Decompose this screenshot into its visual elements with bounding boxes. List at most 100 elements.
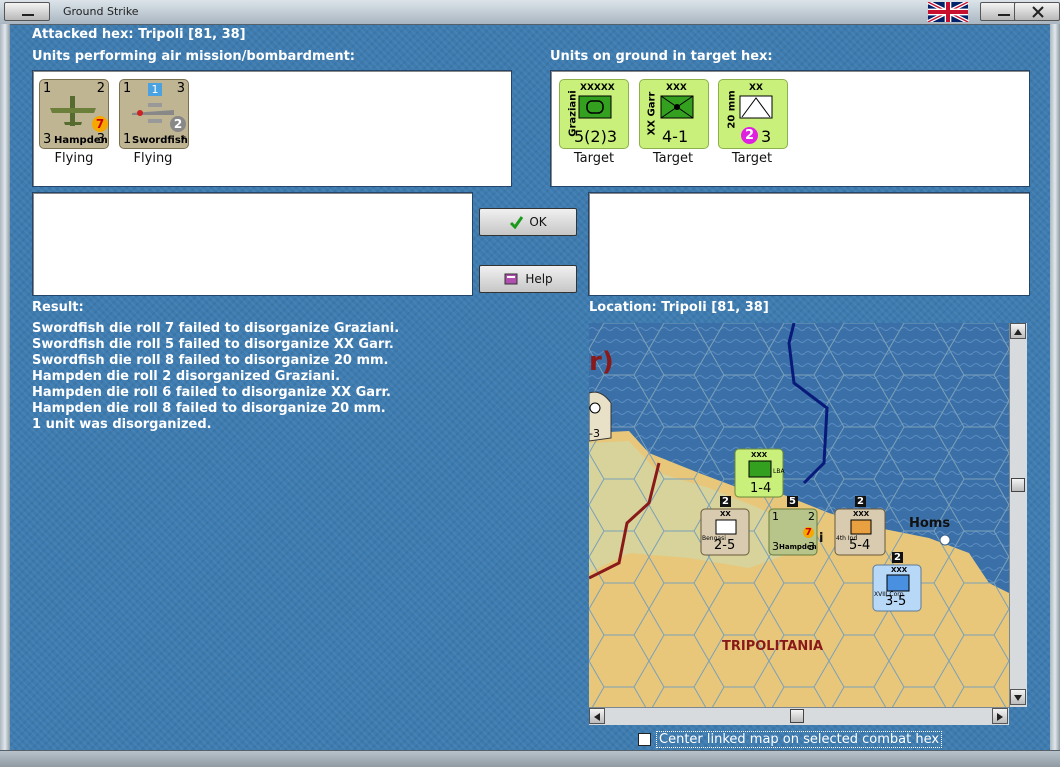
ok-button[interactable]: OK xyxy=(479,208,577,236)
unit-mark: * xyxy=(180,133,187,146)
unit-roll-badge: 2 xyxy=(741,127,758,144)
map-partial-text: r) xyxy=(589,347,614,377)
result-line: 1 unit was disorganized. xyxy=(32,417,212,432)
unit-roll-badge: 2 xyxy=(170,116,186,132)
map-vertical-scrollbar[interactable] xyxy=(1009,323,1027,707)
map-counter-size: XX xyxy=(720,510,731,518)
map-counter-strength: 1-4 xyxy=(750,481,772,496)
armor-symbol-icon xyxy=(578,95,612,119)
map-counter-tr: 2 xyxy=(808,510,815,523)
result-log: Swordfish die roll 7 failed to disorgani… xyxy=(32,321,399,433)
ground-unit-xx-garr[interactable]: XXX XX Garr 4-1 xyxy=(639,79,709,149)
scroll-down-button[interactable] xyxy=(1010,689,1026,705)
map-counter-roll: 7 xyxy=(803,527,814,538)
help-button[interactable]: Help xyxy=(479,265,577,293)
unit-bottom-right: 3 xyxy=(96,132,105,147)
unit-size: XXX xyxy=(666,83,687,93)
garrison-symbol-icon xyxy=(660,95,694,119)
close-icon xyxy=(1032,6,1044,18)
vertical-scroll-thumb[interactable] xyxy=(1011,478,1025,492)
result-line: Hampden die roll 2 disorganized Graziani… xyxy=(32,369,341,384)
window-menu-button[interactable] xyxy=(4,2,50,21)
result-label: Result: xyxy=(32,300,84,315)
ground-units-panel: XXXXX Graziani 5(2)3 Target XXX XX Garr … xyxy=(550,70,1030,187)
unit-name: 20 mm xyxy=(726,90,738,129)
window-title: Ground Strike xyxy=(63,5,139,18)
map-region-label: TRIPOLITANIA xyxy=(722,639,824,654)
minimize-icon xyxy=(22,14,34,16)
ground-units-label: Units on ground in target hex: xyxy=(550,49,773,64)
result-line: Swordfish die roll 7 failed to disorgani… xyxy=(32,321,400,336)
checkmark-icon xyxy=(510,216,524,229)
air-units-label: Units performing air mission/bombardment… xyxy=(32,49,356,64)
location-label: Location: Tripoli [81, 38] xyxy=(589,300,769,315)
map-counter-tl: 1 xyxy=(772,510,779,523)
air-units-panel: 1 2 7 3 Hampden 3 Flying 1 1 3 2 1 Sword… xyxy=(32,70,512,187)
map-partial-counter: -3 xyxy=(589,427,600,440)
arrow-left-icon xyxy=(594,713,600,721)
attacked-hex-label: Attacked hex: Tripoli [81, 38] xyxy=(32,27,246,42)
anti-aircraft-symbol-icon xyxy=(739,95,773,119)
unit-strength: 4-1 xyxy=(662,127,689,146)
bomber-plane-icon xyxy=(50,96,96,126)
result-line: Hampden die roll 6 failed to disorganize… xyxy=(32,385,391,400)
map-counter-strength: 3-5 xyxy=(885,594,907,609)
map-counter-top-label: 2 xyxy=(892,552,903,563)
map-counter-label: LBA xyxy=(773,468,785,475)
unit-roll-badge: 7 xyxy=(92,116,108,132)
air-unit-swordfish[interactable]: 1 1 3 2 1 Swordfish * xyxy=(119,79,189,149)
map-counter-size: XXX xyxy=(751,451,768,459)
close-button[interactable] xyxy=(1014,2,1060,21)
unit-size: XXXXX xyxy=(580,83,615,93)
map-counter-size: XXX xyxy=(891,566,908,574)
map-horizontal-scrollbar[interactable] xyxy=(589,707,1009,725)
arrow-right-icon xyxy=(997,713,1003,721)
left-frame xyxy=(0,24,10,766)
map-city-label: Homs xyxy=(909,516,951,531)
location-map[interactable]: r) -3 TRIPOLITANIA Homs i XXX LBA 1-4 2 … xyxy=(589,323,1009,707)
ground-unit-graziani[interactable]: XXXXX Graziani 5(2)3 xyxy=(559,79,629,149)
unit-bottom-left: 1 xyxy=(123,132,132,147)
result-line: Swordfish die roll 8 failed to disorgani… xyxy=(32,353,389,368)
map-counter-size: XXX xyxy=(853,510,870,518)
unit-strength: 3 xyxy=(761,127,772,146)
map-counter-strength: 2-5 xyxy=(714,538,736,553)
map-counter-strength: 5-4 xyxy=(849,538,871,553)
map-counter-bl: 3 xyxy=(772,540,779,553)
bottom-frame xyxy=(0,750,1060,767)
ground-unit-20mm[interactable]: XX 20 mm 2 3 xyxy=(718,79,788,149)
unit-strength: 5(2)3 xyxy=(574,127,618,146)
union-jack-flag-icon[interactable] xyxy=(926,2,970,22)
scroll-up-button[interactable] xyxy=(1010,323,1026,339)
air-unit-status: Flying xyxy=(133,151,173,166)
help-label: Help xyxy=(525,272,553,286)
result-line: Hampden die roll 8 failed to disorganize… xyxy=(32,401,386,416)
right-frame xyxy=(1050,24,1060,766)
ground-unit-status: Target xyxy=(652,151,694,166)
air-unit-status: Flying xyxy=(54,151,94,166)
unit-badge: 1 xyxy=(148,83,162,96)
partial-counter-icon xyxy=(589,402,601,414)
unit-name: Swordfish xyxy=(132,135,188,146)
unit-top-right: 3 xyxy=(176,81,185,96)
unit-bottom-left: 3 xyxy=(43,132,52,147)
horizontal-scroll-thumb[interactable] xyxy=(790,709,804,723)
scroll-left-button[interactable] xyxy=(589,708,605,724)
map-counter-top-label: 5 xyxy=(787,496,798,507)
map-partial-city: i xyxy=(819,531,824,546)
center-map-checkbox[interactable] xyxy=(638,733,651,746)
center-map-label[interactable]: Center linked map on selected combat hex xyxy=(656,731,943,748)
scroll-right-button[interactable] xyxy=(992,708,1008,724)
title-bar: Ground Strike xyxy=(0,0,1060,25)
result-line: Swordfish die roll 5 failed to disorgani… xyxy=(32,337,394,352)
unit-size: XX xyxy=(749,83,763,93)
air-detail-panel xyxy=(32,192,473,296)
ok-label: OK xyxy=(529,215,547,229)
arrow-down-icon xyxy=(1014,695,1022,701)
air-unit-hampden[interactable]: 1 2 7 3 Hampden 3 xyxy=(39,79,109,149)
arrow-up-icon xyxy=(1014,329,1022,335)
map-counter-top-label: 2 xyxy=(720,496,731,507)
map-counter-top-label: 2 xyxy=(855,496,866,507)
unit-top-left: 1 xyxy=(123,81,132,96)
ground-detail-panel xyxy=(588,192,1030,296)
